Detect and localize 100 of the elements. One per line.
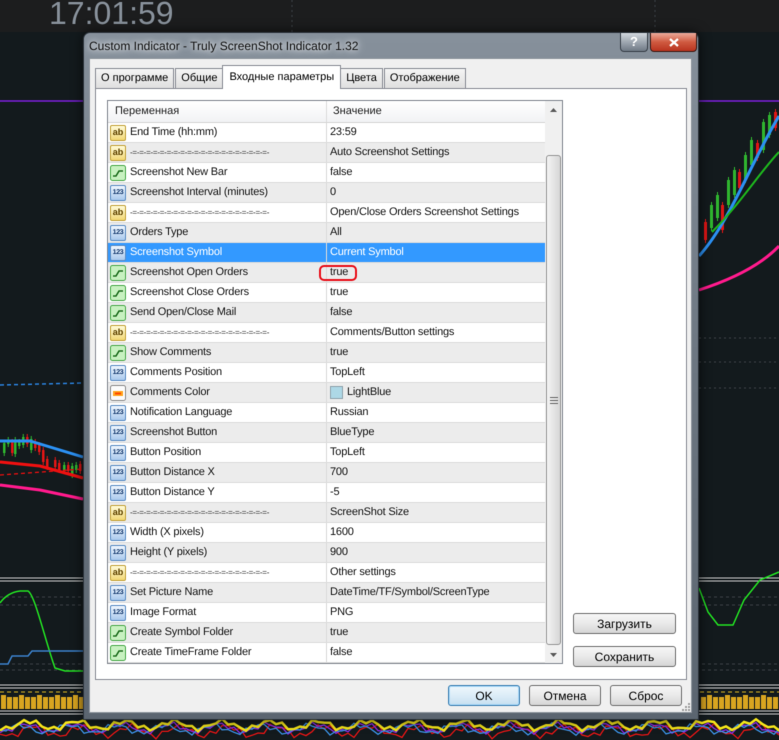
- parameter-name: Screenshot Button: [130, 427, 218, 438]
- parameter-value: 0: [330, 187, 336, 198]
- parameter-value: false: [330, 647, 352, 658]
- scrollbar-thumb[interactable]: [546, 155, 561, 645]
- column-header[interactable]: Переменная: [108, 101, 326, 122]
- candle: [79, 460, 82, 474]
- parameter-value: 1600: [330, 527, 354, 538]
- parameter-row[interactable]: ab -=-=-=-=-=-=-=-=-=-=-=-=-=-=-=-=-=-=-=-=- Other settings: [108, 563, 545, 583]
- tab[interactable]: Общие: [175, 68, 224, 88]
- parameter-name: -=-=-=-=-=-=-=-=-=-=-=-=-=-=-=-=-=-=-=-=-: [130, 208, 270, 216]
- text-type-icon: ab: [110, 564, 126, 580]
- parameter-value: false: [330, 167, 352, 178]
- parameter-row[interactable]: ab -=-=-=-=-=-=-=-=-=-=-=-=-=-=-=-=-=-=-=-=- ScreenShot Size: [108, 503, 545, 523]
- text-type-icon: ab: [110, 124, 126, 140]
- parameter-name: -=-=-=-=-=-=-=-=-=-=-=-=-=-=-=-=-=-=-=-=-: [130, 568, 270, 576]
- parameter-name: Comments Color: [130, 387, 210, 398]
- parameter-value: true: [330, 627, 348, 638]
- parameter-value: false: [330, 307, 352, 318]
- parameter-name: Screenshot Open Orders: [130, 267, 248, 278]
- parameter-name: Create Symbol Folder: [130, 627, 233, 638]
- parameter-name: Height (Y pixels): [130, 547, 208, 558]
- dialog-button[interactable]: Сброс: [610, 685, 682, 706]
- clock-text: 17:01:59: [49, 0, 174, 26]
- parameter-name: Screenshot New Bar: [130, 167, 228, 178]
- parameter-name: Screenshot Close Orders: [130, 287, 249, 298]
- parameter-row[interactable]: Screenshot Open Orders true: [108, 263, 545, 283]
- parameter-name: -=-=-=-=-=-=-=-=-=-=-=-=-=-=-=-=-=-=-=-=-: [130, 328, 270, 336]
- close-button[interactable]: [650, 33, 697, 52]
- candle: [34, 438, 36, 452]
- text-type-icon: ab: [110, 324, 126, 340]
- candle: [3, 440, 6, 456]
- parameter-row[interactable]: Comments Color LightBlue: [108, 383, 545, 403]
- tab[interactable]: Отображение: [384, 68, 466, 88]
- candle: [704, 218, 707, 244]
- parameter-row[interactable]: Create TimeFrame Folder false: [108, 643, 545, 663]
- parameter-name: Button Distance X: [130, 467, 215, 478]
- parameter-name: Notification Language: [130, 407, 232, 418]
- parameter-value: 700: [330, 467, 348, 478]
- candle: [733, 166, 736, 198]
- candle: [71, 462, 74, 478]
- dialog-button[interactable]: Отмена: [529, 685, 601, 706]
- candle: [774, 108, 777, 132]
- parameter-value: PNG: [330, 607, 354, 618]
- parameter-name: Screenshot Interval (minutes): [130, 187, 268, 198]
- parameter-value: Other settings: [330, 567, 396, 578]
- close-icon: [668, 38, 678, 46]
- parameter-value: true: [330, 287, 348, 298]
- text-type-icon: ab: [110, 504, 126, 520]
- parameter-name: Image Format: [130, 607, 196, 618]
- candle: [18, 438, 20, 450]
- dialog-button[interactable]: OK: [448, 685, 520, 706]
- candle: [54, 456, 56, 470]
- candle: [716, 192, 719, 222]
- caret-down-icon: [550, 652, 557, 656]
- parameter-value: Open/Close Orders Screenshot Settings: [330, 207, 519, 218]
- parameter-row[interactable]: Show Comments true: [108, 343, 545, 363]
- parameter-name: Screenshot Symbol: [130, 247, 222, 258]
- parameter-row[interactable]: Create Symbol Folder true: [108, 623, 545, 643]
- candle: [38, 442, 40, 456]
- panel-button[interactable]: Загрузить: [573, 613, 676, 634]
- grip-icon: [550, 396, 558, 404]
- parameter-name: -=-=-=-=-=-=-=-=-=-=-=-=-=-=-=-=-=-=-=-=-: [130, 148, 270, 156]
- text-type-icon: ab: [110, 204, 126, 220]
- resize-grip-icon: [682, 703, 690, 711]
- parameter-value: 23:59: [330, 127, 357, 138]
- candle: [738, 168, 741, 192]
- parameter-name: Comments Position: [130, 367, 222, 378]
- candle: [744, 152, 747, 184]
- candle: [67, 462, 70, 474]
- parameter-value: LightBlue: [347, 387, 392, 398]
- candle: [75, 462, 78, 474]
- tab[interactable]: Цвета: [340, 68, 383, 88]
- parameter-row[interactable]: Screenshot Close Orders true: [108, 283, 545, 303]
- parameter-name: Width (X pixels): [130, 527, 204, 538]
- parameter-value: Current Symbol: [330, 247, 404, 258]
- candle: [7, 436, 10, 448]
- parameter-name: Show Comments: [130, 347, 212, 358]
- parameter-value: Comments/Button settings: [330, 327, 454, 338]
- text-type-icon: ab: [110, 144, 126, 160]
- parameter-row[interactable]: ab -=-=-=-=-=-=-=-=-=-=-=-=-=-=-=-=-=-=-=-=- Auto Screenshot Settings: [108, 143, 545, 163]
- parameter-value: true: [330, 267, 348, 278]
- candle: [30, 436, 32, 454]
- parameter-name: -=-=-=-=-=-=-=-=-=-=-=-=-=-=-=-=-=-=-=-=-: [130, 508, 270, 516]
- candle: [710, 202, 713, 232]
- parameter-name: End Time (hh:mm): [130, 127, 218, 138]
- tab[interactable]: О программе: [95, 68, 174, 88]
- parameter-value: TopLeft: [330, 447, 365, 458]
- candle: [762, 118, 765, 154]
- candle: [26, 434, 28, 448]
- parameter-row[interactable]: ab -=-=-=-=-=-=-=-=-=-=-=-=-=-=-=-=-=-=-=-=- Open/Close Orders Screenshot Settings: [108, 203, 545, 223]
- parameter-row[interactable]: ab -=-=-=-=-=-=-=-=-=-=-=-=-=-=-=-=-=-=-=-=- Comments/Button settings: [108, 323, 545, 343]
- parameter-value: ScreenShot Size: [330, 507, 409, 518]
- parameter-row[interactable]: Send Open/Close Mail false: [108, 303, 545, 323]
- parameter-row[interactable]: Screenshot New Bar false: [108, 163, 545, 183]
- window-title: Custom Indicator - Truly ScreenShot Indicator 1.32: [89, 38, 358, 54]
- parameter-value: BlueType: [330, 427, 374, 438]
- panel-button[interactable]: Сохранить: [573, 646, 676, 667]
- parameter-name: Button Distance Y: [130, 487, 214, 498]
- tab[interactable]: Входные параметры: [222, 65, 342, 89]
- parameter-row[interactable]: ab End Time (hh:mm) 23:59: [108, 123, 545, 143]
